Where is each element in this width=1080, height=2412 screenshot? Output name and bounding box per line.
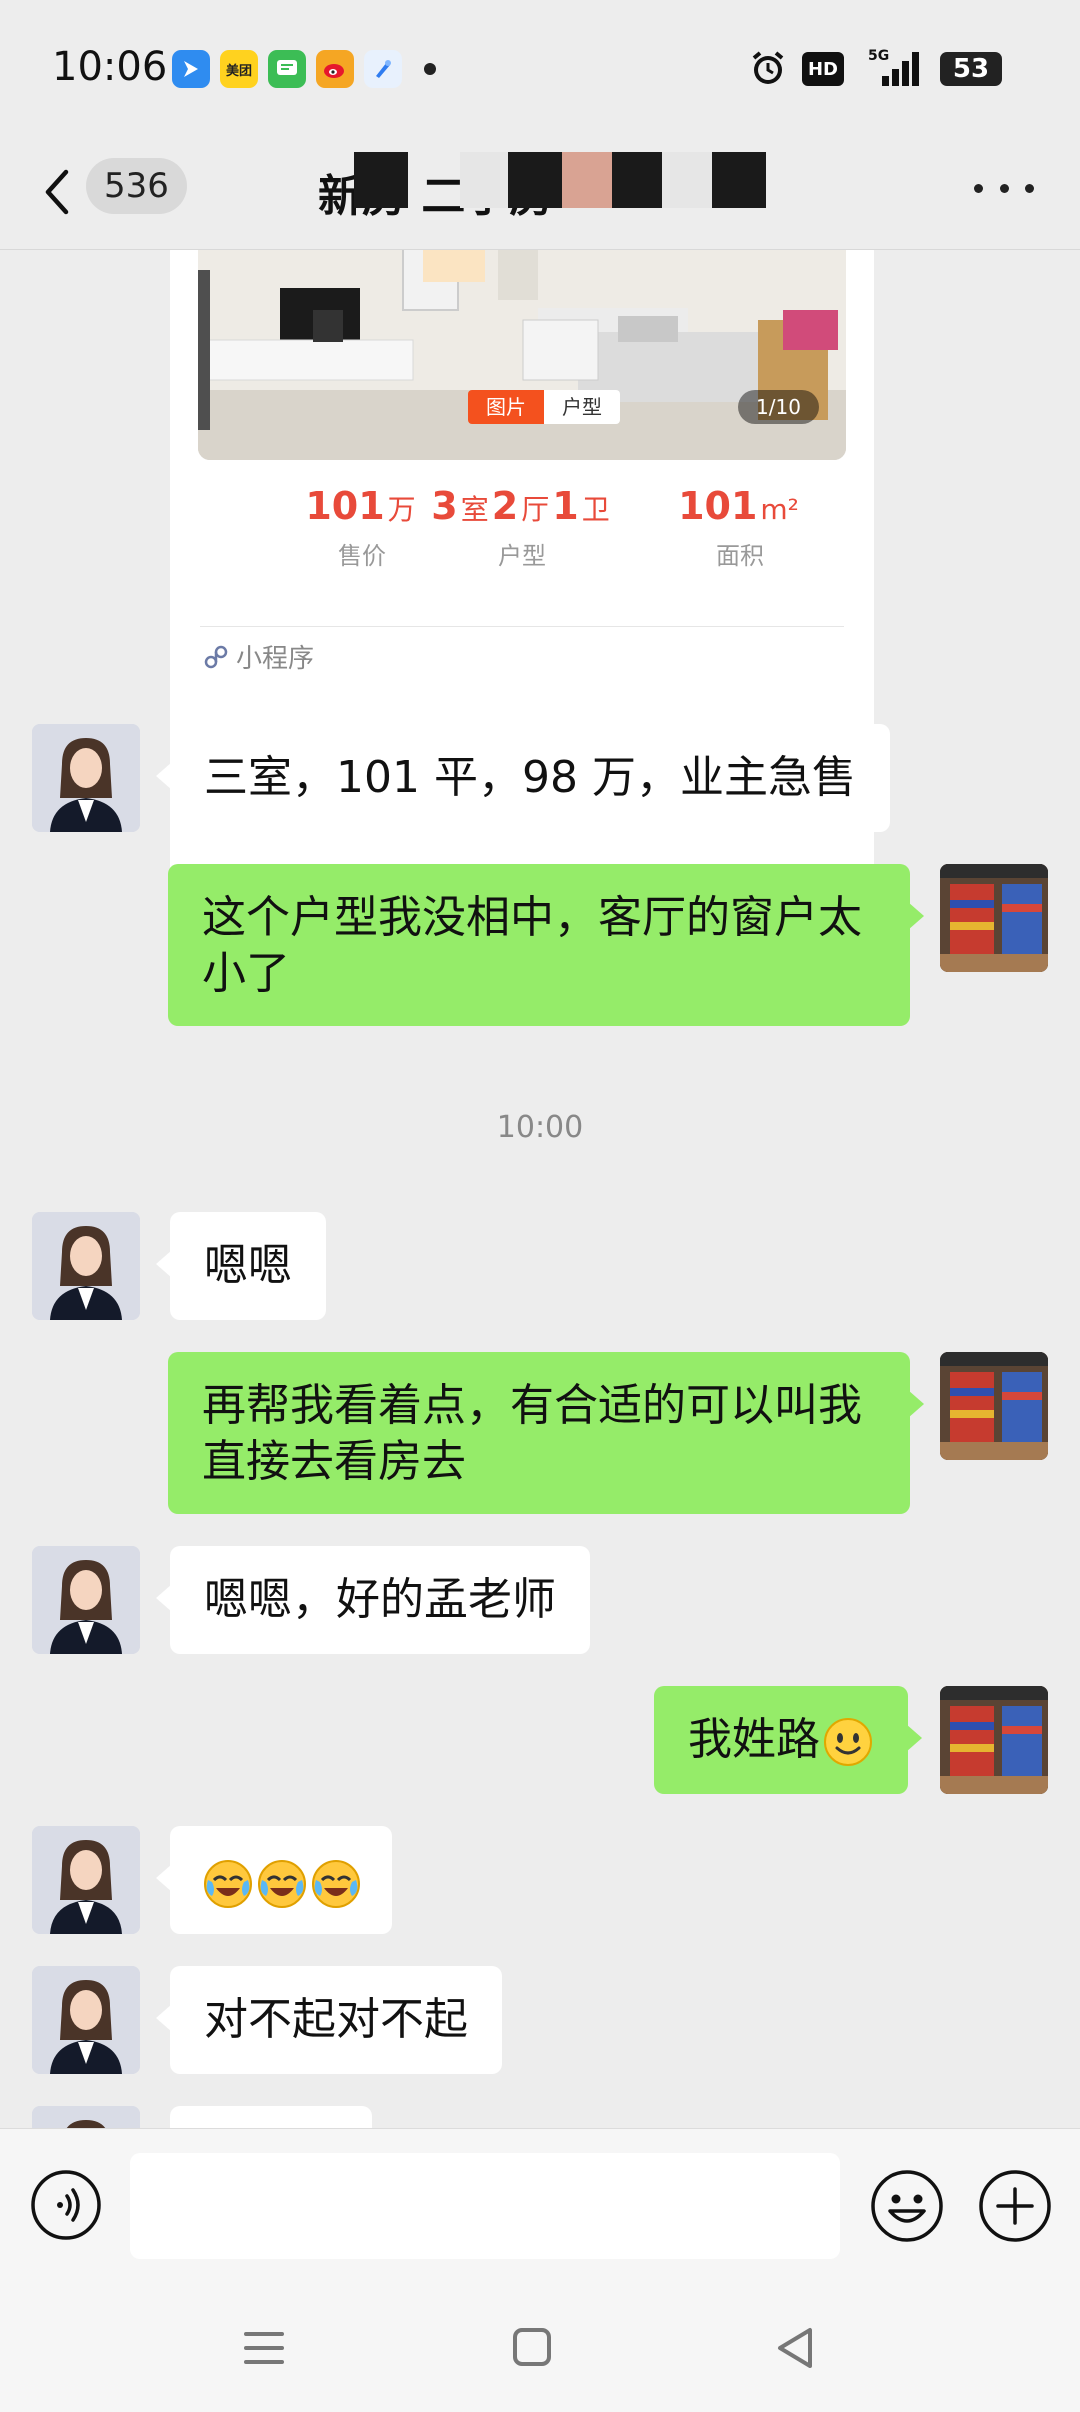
alarm-icon [748,48,788,88]
home-button[interactable] [502,2320,562,2376]
maps-app-icon [172,50,210,88]
title-redaction-mask [354,152,408,208]
chat-message-list[interactable]: 图片 户型 1/10 101 万 售价 3 室2 厅1 卫 户型 101 m² 面积 小程… [0,250,1080,2128]
price-value: 101 [305,484,385,528]
message-bubble-outgoing[interactable]: 我姓路 [654,1686,922,1794]
message-text-input[interactable] [130,2153,840,2259]
battery-indicator: 53 [940,52,1002,86]
message-timestamp: 10:00 [496,1110,584,1145]
back-icon [778,2328,812,2368]
message-text: 我姓路 [688,1714,820,1765]
baths-value: 1 [552,484,579,528]
unread-count-badge[interactable]: 536 [86,158,187,214]
more-options-button[interactable] [974,168,1034,208]
title-redaction-mask [662,152,712,208]
emoji-button[interactable] [870,2169,944,2243]
message-bubble-incoming[interactable]: 嗯嗯 [156,1212,326,1320]
contact-avatar[interactable] [32,1212,140,1320]
message-bubble-outgoing[interactable]: 这个户型我没相中，客厅的窗户太 小了 [168,864,924,1026]
halls-value: 2 [491,484,519,528]
my-avatar[interactable] [940,1352,1048,1460]
menu-icon [244,2332,284,2364]
title-redaction-mask [712,152,766,208]
laugh-cry-emoji-icon [312,1860,360,1908]
rooms-unit: 室 [460,493,489,526]
more-actions-button[interactable] [978,2169,1052,2243]
emoji-icon [871,2170,943,2242]
weibo-app-icon [316,50,354,88]
home-icon [513,2328,551,2366]
message-line: 这个户型我没相中，客厅的窗户太 [202,892,862,943]
laugh-cry-emoji-icon [204,1860,252,1908]
baths-unit: 卫 [581,493,610,526]
area-value: 101 [678,484,758,528]
contact-avatar[interactable] [32,1546,140,1654]
layout-stat: 3 室2 厅1 卫 户型 [412,484,632,571]
status-bar: 10:06 美团 HD 5G 53 [0,0,1080,140]
chat-header: 536 新房 二手房 [0,140,1080,250]
message-bubble-outgoing[interactable]: 再帮我看着点，有合适的可以叫我 直接去看房去 [168,1352,924,1514]
browser-app-icon [364,50,402,88]
title-redaction-mask [612,152,662,208]
messages-app-icon [268,50,306,88]
area-stat: 101 m² 面积 [630,484,850,571]
tab-photos[interactable]: 图片 [468,390,544,424]
message-line: 小了 [202,948,290,999]
mini-program-tag: 小程序 [202,638,314,675]
card-divider [200,626,844,627]
mini-program-icon [204,645,228,668]
message-bubble-incoming[interactable] [156,1826,392,1934]
my-avatar[interactable] [940,1686,1048,1794]
voice-icon [31,2170,101,2240]
tab-floor-plan[interactable]: 户型 [544,390,620,424]
halls-unit: 厅 [521,493,550,526]
layout-label: 户型 [498,542,546,570]
back-button[interactable] [36,162,76,222]
voice-input-button[interactable] [30,2169,102,2241]
listing-photo[interactable]: 图片 户型 1/10 [198,250,846,460]
mini-program-label: 小程序 [236,644,315,674]
notification-dot-icon [424,63,436,75]
contact-avatar[interactable] [32,724,140,832]
message-bubble-incoming[interactable] [170,2106,372,2128]
rooms-value: 3 [431,484,458,528]
message-bubble-incoming[interactable]: 嗯嗯，好的孟老师 [156,1546,590,1654]
laugh-cry-emoji-icon [258,1860,306,1908]
title-redaction-mask [508,152,562,208]
message-line: 再帮我看着点，有合适的可以叫我 [202,1380,862,1431]
title-redaction-mask [460,152,508,208]
my-avatar[interactable] [940,864,1048,972]
menu-button[interactable] [234,2320,294,2376]
back-nav-button[interactable] [766,2320,826,2376]
contact-avatar[interactable] [32,1826,140,1934]
hd-badge: HD [802,52,844,86]
meituan-app-icon: 美团 [220,50,258,88]
message-bubble-incoming[interactable]: 三室，101 平，98 万，业主急售 [156,724,890,832]
area-label: 面积 [716,542,764,570]
title-redaction-mask [562,152,612,208]
message-line: 直接去看房去 [202,1436,466,1487]
system-nav-bar [0,2280,1080,2412]
svg-text:5G: 5G [868,48,889,64]
photo-tab-group: 图片 户型 [468,390,620,424]
photo-counter: 1/10 [738,390,819,424]
contact-avatar[interactable] [32,1966,140,2074]
message-bubble-incoming[interactable]: 对不起对不起 [156,1966,502,2074]
smile-emoji-icon [824,1718,872,1766]
chevron-left-icon [45,169,69,215]
area-unit: m² [760,493,799,526]
message-input-bar [0,2128,1080,2280]
contact-avatar[interactable] [32,2106,140,2128]
listing-card[interactable]: 图片 户型 1/10 101 万 售价 3 室2 厅1 卫 户型 101 m² 面积 小程… [170,250,874,942]
signal-icon: 5G [868,46,924,88]
plus-icon [979,2170,1051,2242]
status-time: 10:06 [52,44,168,90]
